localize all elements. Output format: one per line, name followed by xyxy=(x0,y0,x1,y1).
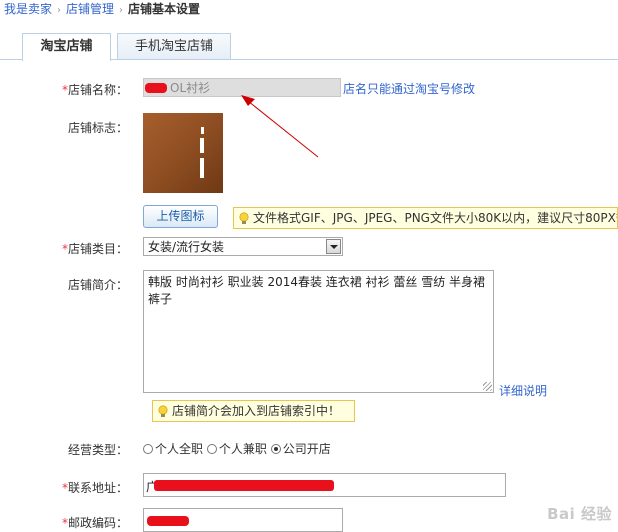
address-field[interactable]: 广 xyxy=(143,473,506,497)
radio-button[interactable] xyxy=(143,444,153,454)
watermark: Bai 经验 xyxy=(547,505,612,523)
address-label: *联系地址： xyxy=(0,479,128,496)
intro-textarea[interactable]: 韩版 时尚衬衫 职业装 2014春装 连衣裙 衬衫 蕾丝 雪纺 半身裙 裤子 xyxy=(143,270,494,393)
intro-tip-text: 店铺简介会加入到店铺索引中！ xyxy=(172,404,341,418)
intro-tip: 店铺简介会加入到店铺索引中！ xyxy=(152,400,355,422)
intro-help-link[interactable]: 详细说明 xyxy=(499,382,547,399)
resize-handle-icon[interactable] xyxy=(483,382,492,391)
breadcrumb-current: 店铺基本设置 xyxy=(128,2,201,16)
shop-name-note: 店名只能通过淘宝号修改 xyxy=(343,82,476,96)
breadcrumb: 我是卖家 › 店铺管理 › 店铺基本设置 xyxy=(4,1,200,17)
radio-button-selected[interactable] xyxy=(270,444,281,454)
redaction-mark xyxy=(147,516,189,526)
logo-tip: 文件格式GIF、JPG、JPEG、PNG文件大小80K以内，建议尺寸80PX*8… xyxy=(233,207,618,229)
shop-name-label-text: 店铺名称： xyxy=(67,83,128,97)
logo-label: 店铺标志： xyxy=(67,121,128,135)
shop-name-value: OL衬衫 xyxy=(170,81,211,95)
lightbulb-icon xyxy=(158,405,168,417)
postcode-label-text: 邮政编码： xyxy=(67,516,128,530)
tab-taobao-shop[interactable]: 淘宝店铺 xyxy=(22,33,111,61)
chevron-down-icon[interactable] xyxy=(326,239,341,254)
shop-name-label: *店铺名称： xyxy=(0,81,128,98)
business-type-radios: 个人全职 个人兼职 公司开店 xyxy=(143,440,331,457)
category-selected-value: 女装/流行女装 xyxy=(148,240,225,254)
redaction-mark xyxy=(145,83,167,93)
breadcrumb-separator: › xyxy=(119,5,124,16)
business-type-label: 经营类型： xyxy=(67,443,128,457)
radio-label: 个人兼职 xyxy=(218,442,267,456)
category-label-text: 店铺类目： xyxy=(67,242,128,256)
radio-individual-fulltime[interactable]: 个人全职 xyxy=(143,442,203,456)
lightbulb-icon xyxy=(239,212,249,224)
category-select[interactable]: 女装/流行女装 xyxy=(143,237,343,256)
postcode-label: *邮政编码： xyxy=(0,514,128,531)
redaction-mark xyxy=(154,480,334,491)
logo-tip-text: 文件格式GIF、JPG、JPEG、PNG文件大小80K以内，建议尺寸80PX*8… xyxy=(253,211,618,225)
category-label: *店铺类目： xyxy=(0,240,128,257)
radio-label: 个人全职 xyxy=(155,442,204,456)
address-label-text: 联系地址： xyxy=(67,481,128,495)
annotation-arrow xyxy=(241,95,319,158)
intro-label: 店铺简介： xyxy=(67,278,128,292)
intro-text: 韩版 时尚衬衫 职业装 2014春装 连衣裙 衬衫 蕾丝 雪纺 半身裙 裤子 xyxy=(148,275,486,306)
radio-label: 公司开店 xyxy=(282,442,331,456)
upload-logo-button[interactable]: 上传图标 xyxy=(143,205,218,228)
breadcrumb-seller[interactable]: 我是卖家 xyxy=(4,2,52,16)
radio-individual-parttime[interactable]: 个人兼职 xyxy=(206,442,267,456)
radio-button[interactable] xyxy=(206,444,217,454)
breadcrumb-separator: › xyxy=(57,5,62,16)
breadcrumb-shop-management[interactable]: 店铺管理 xyxy=(66,2,114,16)
postcode-field[interactable] xyxy=(143,508,343,532)
tab-mobile-taobao-shop[interactable]: 手机淘宝店铺 xyxy=(117,33,231,59)
radio-company[interactable]: 公司开店 xyxy=(270,442,331,456)
shop-logo-image xyxy=(143,113,223,193)
